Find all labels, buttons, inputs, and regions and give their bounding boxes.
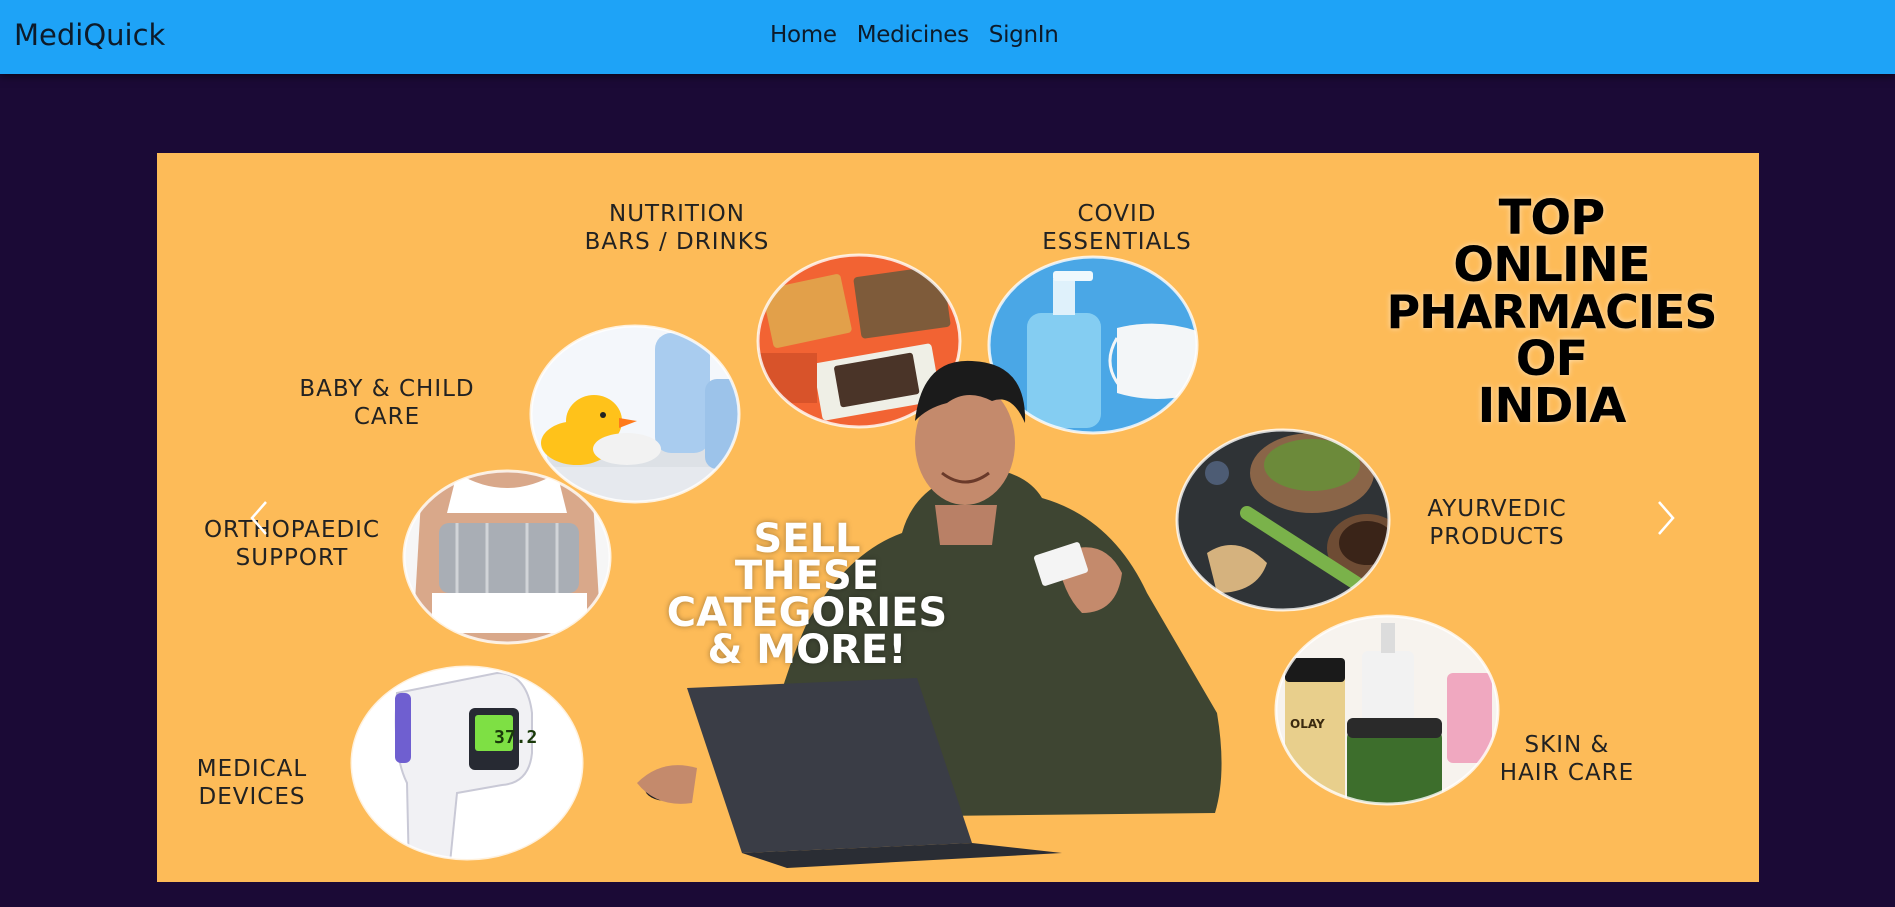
- chevron-left-icon: [250, 501, 267, 535]
- label-line: CARE: [353, 404, 421, 430]
- promo-text: SELL THESE CATEGORIES & MORE!: [647, 519, 967, 673]
- label-line: SKIN &: [1524, 732, 1610, 758]
- category-label-skin: SKIN & HAIR CARE: [1477, 731, 1657, 787]
- carousel-prev-button[interactable]: [229, 488, 289, 548]
- headline-line: OF: [1515, 331, 1589, 387]
- label-line: SUPPORT: [235, 545, 349, 571]
- nav-link-home[interactable]: Home: [770, 22, 837, 48]
- product-brand-text: OLAY: [1290, 717, 1325, 731]
- nav-links: Home Medicines SignIn: [770, 22, 1059, 48]
- medical-device-image: [352, 667, 582, 859]
- category-label-baby: BABY & CHILD CARE: [282, 375, 492, 431]
- label-line: ESSENTIALS: [1042, 229, 1192, 255]
- label-line: PRODUCTS: [1429, 524, 1565, 550]
- carousel: 37.2 OLAY NUTRITION BARS / DRINKS COVID …: [157, 153, 1759, 882]
- promo-line: & MORE!: [707, 627, 907, 673]
- thermometer-reading: 37.2: [494, 727, 537, 748]
- label-line: AYURVEDIC: [1427, 496, 1567, 522]
- category-label-covid: COVID ESSENTIALS: [1017, 200, 1217, 256]
- headline-line: ONLINE: [1453, 237, 1650, 293]
- carousel-next-button[interactable]: [1636, 488, 1696, 548]
- banner-headline: TOP ONLINE PHARMACIES OF INDIA: [1344, 190, 1759, 434]
- label-line: BABY & CHILD: [299, 376, 475, 402]
- label-line: COVID: [1077, 201, 1157, 227]
- label-line: NUTRITION: [609, 201, 745, 227]
- label-line: DEVICES: [198, 784, 306, 810]
- navbar: MediQuick Home Medicines SignIn: [0, 0, 1895, 74]
- label-line: HAIR CARE: [1499, 760, 1635, 786]
- category-label-ortho: ORTHOPAEDIC SUPPORT: [187, 516, 397, 572]
- headline-line: TOP: [1498, 190, 1606, 246]
- category-label-ayurvedic: AYURVEDIC PRODUCTS: [1397, 495, 1597, 551]
- label-line: MEDICAL: [196, 756, 308, 782]
- headline-line: PHARMACIES: [1386, 285, 1717, 339]
- nav-link-signin[interactable]: SignIn: [989, 22, 1059, 48]
- label-line: ORTHOPAEDIC: [203, 517, 381, 543]
- chevron-right-icon: [1658, 501, 1675, 535]
- category-label-nutrition: NUTRITION BARS / DRINKS: [567, 200, 787, 256]
- category-label-medical: MEDICAL DEVICES: [167, 755, 337, 811]
- nav-link-medicines[interactable]: Medicines: [857, 22, 969, 48]
- headline-line: INDIA: [1477, 378, 1627, 434]
- brand-logo[interactable]: MediQuick: [14, 18, 165, 52]
- label-line: BARS / DRINKS: [584, 229, 770, 255]
